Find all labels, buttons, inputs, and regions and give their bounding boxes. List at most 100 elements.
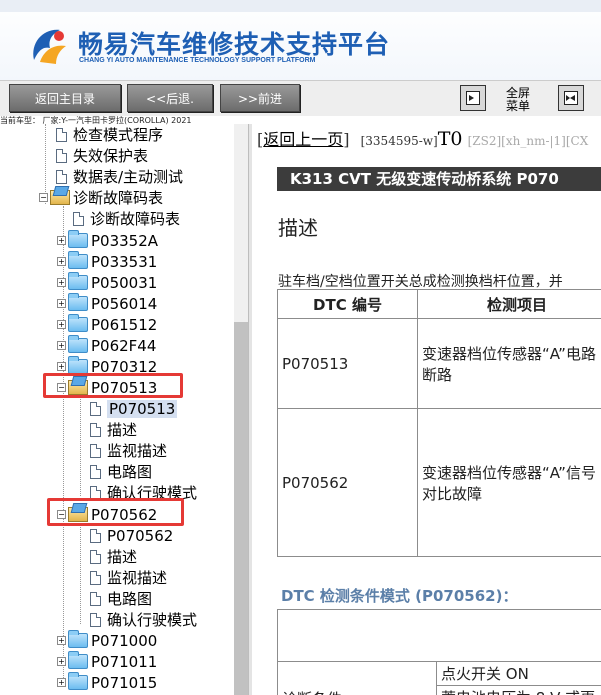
tree-item-label: 确认行驶模式 — [107, 611, 198, 629]
condition-table: 诊断条件 点火开关 ON 蓄电池电压为 8 V 或更 — [277, 609, 601, 695]
table-row: 诊断条件 点火开关 ON — [277, 661, 601, 695]
description-heading: 描述 — [278, 216, 318, 240]
tree-item[interactable]: 检查模式程序 — [56, 124, 163, 145]
tree-item[interactable]: 监视描述 — [90, 567, 167, 588]
tree-item[interactable]: P070562 — [90, 525, 173, 546]
tree-item[interactable]: 描述 — [90, 546, 137, 567]
expand-panel-button[interactable] — [558, 85, 584, 111]
expand-toggle-icon[interactable]: + — [57, 678, 66, 687]
column-header-item: 检测项目 — [417, 289, 601, 319]
highlight-box — [47, 498, 184, 526]
tree-item-label: P070513 — [107, 399, 178, 418]
folder-icon — [68, 672, 88, 690]
tree-item[interactable]: 失效保护表 — [56, 145, 148, 166]
expand-toggle-icon[interactable]: + — [57, 236, 66, 245]
detection-item-line: 变速器档位传感器“A”信号 — [422, 463, 596, 482]
tree-scrollbar-thumb[interactable] — [234, 322, 248, 695]
tree-item[interactable]: 电路图 — [90, 588, 152, 609]
tree-guide-line — [80, 524, 81, 624]
tree-item-label: 电路图 — [107, 463, 153, 481]
tree-item[interactable]: 监视描述 — [90, 440, 167, 461]
tree-folder[interactable]: + P03352A — [57, 230, 158, 251]
tree-item-label: 描述 — [107, 548, 138, 566]
condition-value-cell: 点火开关 ON — [436, 661, 601, 686]
tree-item-label: P062F44 — [91, 336, 157, 355]
document-icon — [90, 549, 101, 564]
tree-folder-open[interactable]: − 诊断故障码表 — [39, 187, 163, 208]
tree-folder[interactable]: + P062F44 — [57, 335, 156, 356]
tree-item-label: 失效保护表 — [73, 147, 149, 165]
detection-item-line: 对比故障 — [422, 484, 483, 503]
back-page-link[interactable]: 返回上一页 — [263, 130, 343, 149]
table-row: P070562 变速器档位传感器“A”信号 对比故障 — [277, 408, 601, 557]
folder-icon — [68, 251, 88, 269]
table-header-row: DTC 编号 检测项目 — [277, 289, 601, 319]
table-row — [277, 609, 601, 662]
tree-folder[interactable]: + P071015 — [57, 672, 157, 693]
detection-item-cell: 变速器档位传感器“A”信号 对比故障 — [417, 408, 601, 557]
expand-toggle-icon[interactable]: + — [57, 636, 66, 645]
tree-guide-line — [80, 396, 81, 496]
document-icon — [90, 612, 101, 627]
tree-item-label: 监视描述 — [107, 442, 168, 460]
folder-icon — [68, 314, 88, 332]
condition-label-cell: 诊断条件 — [277, 661, 437, 695]
brand-title: 畅易汽车维修技术支持平台 — [78, 30, 391, 59]
description-text: 驻车档/空档位置开关总成检测换档杆位置，并 — [278, 274, 563, 290]
expand-toggle-icon[interactable]: + — [57, 657, 66, 666]
tree-folder[interactable]: + P071000 — [57, 630, 157, 651]
folder-icon — [68, 272, 88, 290]
expand-toggle-icon[interactable]: + — [57, 278, 66, 287]
forward-button[interactable]: >>前进 — [220, 84, 300, 112]
logo-icon — [33, 29, 66, 64]
tree-item-label: P071015 — [91, 673, 158, 692]
document-icon — [90, 422, 101, 437]
collapse-toggle-icon[interactable]: − — [39, 193, 48, 202]
collapse-panel-button[interactable] — [460, 85, 486, 111]
fullscreen-menu-label[interactable]: 全屏 菜单 — [506, 87, 546, 113]
panel-expand-icon — [564, 91, 578, 105]
back-button[interactable]: <<后退. — [127, 84, 213, 112]
document-icon — [56, 169, 67, 184]
tree-item-label: 描述 — [107, 421, 138, 439]
detection-condition-heading: DTC 检测条件模式 (P070562)： — [281, 587, 518, 605]
folder-icon — [68, 651, 88, 669]
tree-item[interactable]: 数据表/主动测试 — [56, 166, 183, 187]
tree-item[interactable]: 电路图 — [90, 461, 152, 482]
t0-label: T0 — [437, 128, 463, 150]
tree-item-label: P071011 — [91, 652, 158, 671]
tree-folder[interactable]: + P033531 — [57, 251, 157, 272]
expand-toggle-icon[interactable]: + — [57, 299, 66, 308]
home-button[interactable]: 返回主目录 — [9, 84, 121, 112]
tree-folder[interactable]: + P071011 — [57, 651, 157, 672]
expand-toggle-icon[interactable]: + — [57, 341, 66, 350]
document-id: [3354595-w] — [360, 134, 438, 148]
expand-toggle-icon[interactable]: + — [57, 362, 66, 371]
expand-toggle-icon[interactable]: + — [57, 320, 66, 329]
tree-item-selected[interactable]: P070513 — [90, 398, 178, 419]
folder-icon — [68, 230, 88, 248]
tree-folder[interactable]: + P050031 — [57, 272, 157, 293]
detection-item-line: 变速器档位传感器“A”电路 — [422, 344, 596, 363]
section-banner: K313 CVT 无级变速传动桥系统 P070 — [277, 167, 601, 191]
tree-folder[interactable]: + P056014 — [57, 293, 157, 314]
tree-folder[interactable]: + P061512 — [57, 314, 157, 335]
bracket-close: ] — [343, 130, 350, 149]
detection-item-line: 断路 — [422, 365, 453, 384]
dtc-table: DTC 编号 检测项目 P070513 变速器档位传感器“A”电路 断路 P07… — [277, 289, 601, 557]
document-icon — [73, 211, 84, 226]
navigation-tree: 检查模式程序 失效保护表 数据表/主动测试 − 诊断故障码表 诊断故障码表 + … — [0, 124, 248, 695]
tree-item-label: P061512 — [91, 315, 158, 334]
tree-item[interactable]: 确认行驶模式 — [90, 609, 197, 630]
tree-item-label: 诊断故障码表 — [90, 210, 181, 228]
condition-empty-cell — [277, 609, 601, 662]
tree-item[interactable]: 诊断故障码表 — [73, 208, 180, 229]
expand-toggle-icon[interactable]: + — [57, 257, 66, 266]
highlight-box — [43, 373, 183, 398]
tree-item[interactable]: 描述 — [90, 419, 137, 440]
column-header-dtc: DTC 编号 — [277, 289, 418, 319]
document-icon — [56, 127, 67, 142]
document-icon — [56, 148, 67, 163]
tree-item-label: P050031 — [91, 273, 158, 292]
folder-icon — [68, 356, 88, 374]
